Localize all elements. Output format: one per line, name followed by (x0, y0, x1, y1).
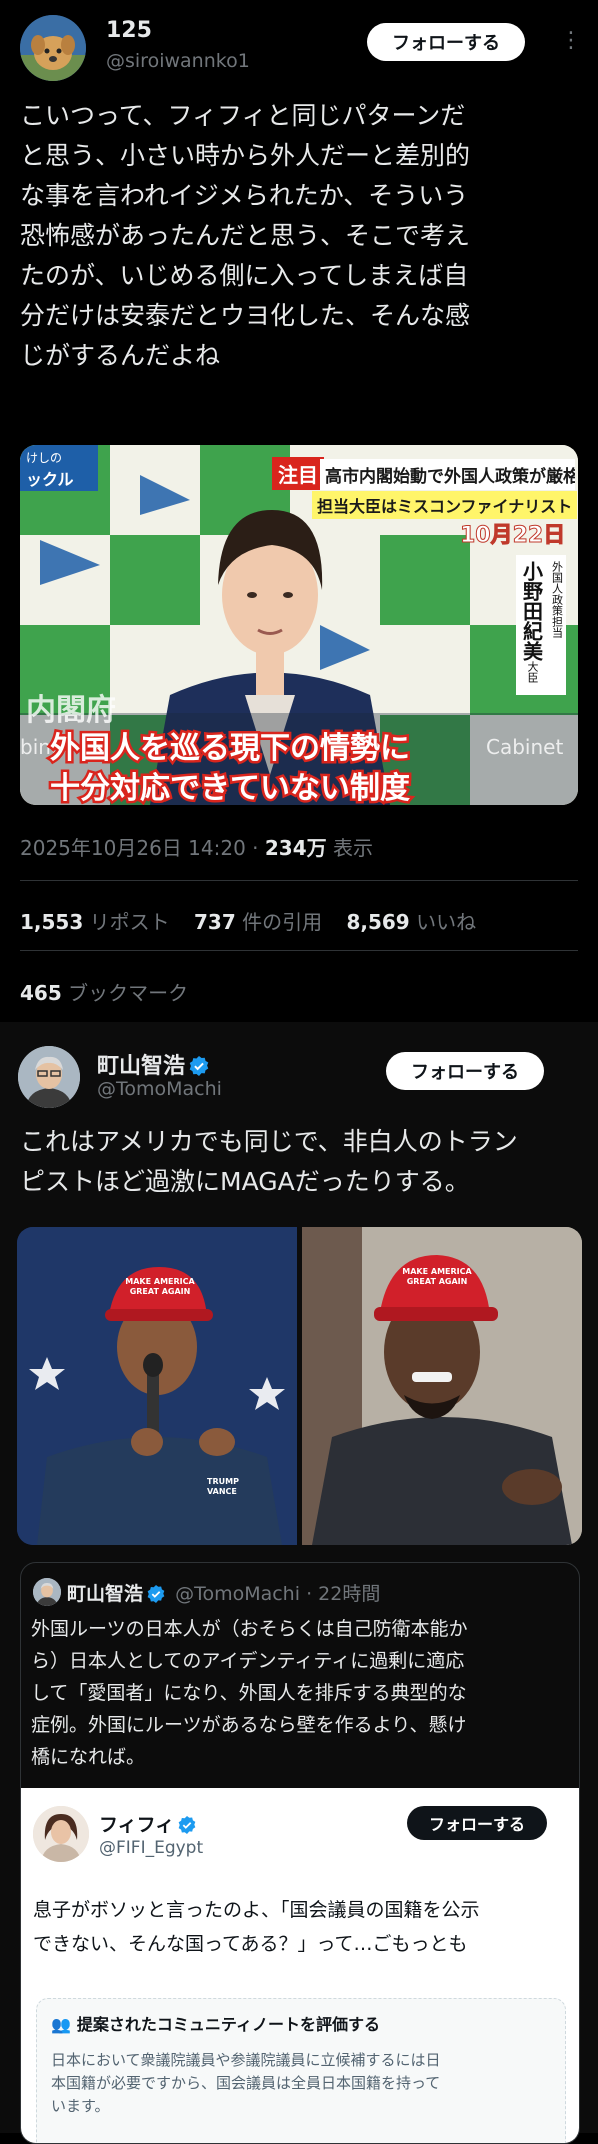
avatar[interactable] (18, 1046, 80, 1108)
verified-badge-icon (147, 1585, 165, 1603)
tweet-text: こいつって、フィフィと同じパターンだ と思う、小さい時から外人だーと差別的 な事… (20, 101, 471, 370)
hat-text-left: MAKE AMERICA GREAT AGAIN (125, 1277, 195, 1296)
inner-tweet-text: 息子がボソッと言ったのよ、「国会議員の国籍を公示 できない、そんな国ってある？」… (33, 1899, 480, 1955)
embedded-tweet-card[interactable]: フィフィ @FIFI_Egypt フォローする 息子がボソッと言ったのよ、「国会… (21, 1788, 579, 2143)
background-sign-right: Cabinet (486, 735, 564, 759)
man-red-hat-speaking-graphic (17, 1227, 297, 1545)
tweet-images: MAKE AMERICA GREAT AGAIN TRUMP VANCE MAK… (17, 1227, 582, 1545)
headline: 高市内閣始動で外国人政策が厳格化? (320, 459, 575, 490)
handle[interactable]: @siroiwannko1 (106, 50, 250, 72)
community-note-header: 👥 提案されたコミュニティノートを評価する (51, 2011, 380, 2035)
divider (20, 880, 578, 881)
community-note-text: 日本において衆議院議員や参議院議員に立候補するには日 本国籍が必要ですから、国会… (51, 2051, 441, 2115)
display-name-text: 町山智浩 (97, 1054, 186, 1079)
quotes-label: 件の引用 (242, 910, 323, 934)
engagement-stats: 1,553 リポスト 737 件の引用 8,569 いいね (20, 906, 476, 935)
bookmarks-stat[interactable]: 465 ブックマーク (20, 977, 188, 1006)
bookmarks-label: ブックマーク (68, 981, 189, 1005)
name-plate-title: 大臣 (526, 661, 539, 683)
tweet-text: これはアメリカでも同じで、非白人のトラン ピストほど過激にMAGAだったりする。 (20, 1127, 518, 1196)
name-plate: 外国人政策担当 小野田紀美 大臣 (516, 555, 566, 695)
community-note-box[interactable]: 👥 提案されたコミュニティノートを評価する 日本において衆議院議員や参議院議員に立… (36, 1998, 566, 2143)
views-count: 234万 (264, 836, 327, 860)
quotes-stat[interactable]: 737 件の引用 (194, 910, 322, 934)
man-avatar-small-image (33, 1578, 61, 1606)
quoted-tweet[interactable]: 町山智浩 @TomoMachi · 22時間 外国ルーツの日本人が（おそらくは自… (20, 1562, 580, 2144)
quote-handle: @TomoMachi (175, 1583, 301, 1605)
name-plate-role: 外国人政策担当 (550, 561, 564, 638)
verified-badge-icon (178, 1816, 196, 1834)
quote-time: 22時間 (318, 1583, 381, 1605)
dog-avatar-image (20, 15, 86, 81)
subheadline: 担当大臣はミスコンファイナリスト (312, 491, 578, 519)
avatar[interactable] (20, 15, 86, 81)
inner-display-name-text: フィフィ (99, 1814, 175, 1836)
name-plate-name: 小野田紀美 (519, 561, 544, 661)
quotes-count: 737 (193, 910, 236, 934)
image-left[interactable]: MAKE AMERICA GREAT AGAIN TRUMP VANCE (17, 1227, 297, 1545)
inner-display-name: フィフィ (99, 1810, 196, 1837)
avatar (33, 1578, 61, 1606)
man-avatar-image (18, 1046, 80, 1108)
headline-tag: 注目 (272, 457, 324, 490)
bookmarks-count: 465 (20, 981, 62, 1005)
date-label: 10月22日 (459, 523, 566, 549)
views-label: 表示 (332, 836, 373, 860)
tweet-1: 125 @siroiwannko1 フォローする ⋮ こいつって、フィフィと同じ… (0, 0, 598, 1022)
follow-button[interactable]: フォローする (386, 1052, 544, 1090)
quote-display-name: 町山智浩 (67, 1583, 144, 1605)
channel-badge-sub: ックル (26, 470, 74, 489)
image-right[interactable]: MAKE AMERICA GREAT AGAIN (302, 1227, 582, 1545)
reposts-count: 1,553 (20, 910, 84, 934)
likes-label: いいね (416, 910, 477, 934)
channel-badge: けしの ックル (20, 445, 98, 491)
avatar (33, 1806, 89, 1862)
woman-avatar-image (33, 1806, 89, 1862)
tweet-meta: 2025年10月26日 14:20 · 234万 表示 (20, 836, 373, 860)
reposts-stat[interactable]: 1,553 リポスト (20, 910, 170, 934)
quote-text: 外国ルーツの日本人が（おそらくは自己防衛本能か ら）日本人としてのアイデンティテ… (31, 1618, 468, 1768)
quote-header: 町山智浩 @TomoMachi · 22時間 (67, 1583, 381, 1605)
divider (20, 950, 578, 951)
display-name[interactable]: 町山智浩 (97, 1048, 209, 1080)
community-note-title: 提案されたコミュニティノートを評価する (76, 2015, 380, 2034)
channel-badge-top: けしの (26, 451, 63, 465)
tweet-image[interactable]: けしの ックル 注目 高市内閣始動で外国人政策が厳格化? 担当大臣はミスコンファ… (20, 445, 578, 805)
likes-count: 8,569 (346, 910, 410, 934)
caption-line-2: 十分対応できていない制度 (48, 769, 413, 806)
reposts-label: リポスト (89, 910, 170, 934)
display-name[interactable]: 125 (106, 18, 152, 43)
handle[interactable]: @TomoMachi (97, 1078, 222, 1100)
inner-handle: @FIFI_Egypt (99, 1838, 204, 1858)
timestamp[interactable]: 2025年10月26日 14:20 (20, 836, 246, 860)
people-icon: 👥 (51, 2015, 71, 2034)
shirt-text-left: TRUMP VANCE (207, 1477, 239, 1496)
follow-button[interactable]: フォローする (407, 1806, 547, 1840)
hat-text-right: MAKE AMERICA GREAT AGAIN (402, 1267, 472, 1286)
verified-badge-icon (189, 1056, 209, 1076)
likes-stat[interactable]: 8,569 いいね (346, 910, 476, 934)
tweet-2: 町山智浩 @TomoMachi フォローする これはアメリカでも同じで、非白人の… (0, 1022, 598, 2144)
follow-button[interactable]: フォローする (367, 23, 525, 61)
more-icon[interactable]: ⋮ (560, 30, 582, 52)
caption-line-1: 外国人を巡る現下の情勢に (48, 729, 413, 769)
